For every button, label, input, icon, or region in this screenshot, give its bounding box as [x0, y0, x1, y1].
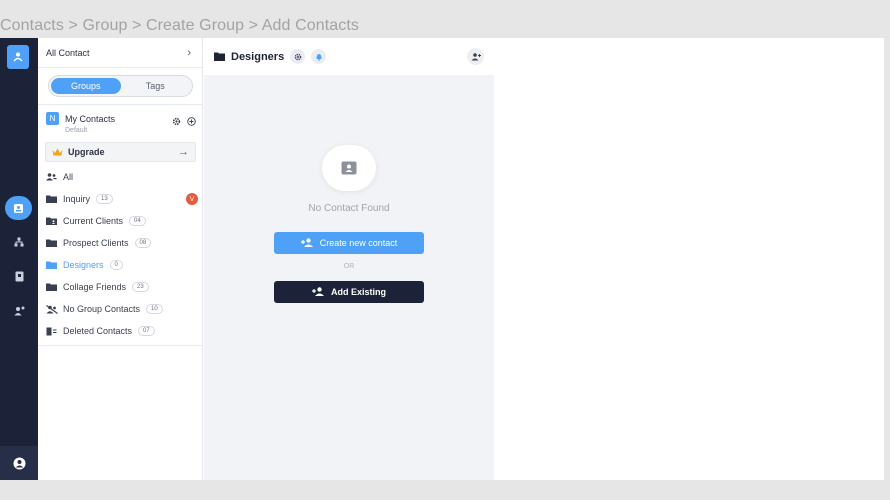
breadcrumb: Contacts > Group > Create Group > Add Co… — [0, 17, 360, 34]
group-label: Collage Friends — [63, 282, 127, 292]
divider — [38, 104, 202, 105]
all-contact-header[interactable]: All Contact › — [38, 38, 202, 67]
group-detail-pane: Designers No Contact Found Create new co… — [204, 38, 494, 480]
account-circle-icon[interactable] — [0, 446, 38, 480]
my-contacts-subtitle: Default — [65, 127, 88, 134]
app-window: All Contact › Groups Tags N My Contacts … — [0, 38, 884, 480]
folder-icon — [46, 195, 59, 203]
nav-rail — [0, 38, 38, 480]
contact-card-icon — [322, 145, 376, 191]
group-header: Designers — [204, 38, 494, 75]
group-initial-badge: N — [46, 112, 59, 125]
tab-tags[interactable]: Tags — [121, 78, 191, 94]
empty-state-text: No Contact Found — [308, 203, 390, 214]
group-item-current-clients[interactable]: Current Clients 04 — [46, 210, 198, 232]
add-person-icon — [300, 237, 314, 249]
tab-groups[interactable]: Groups — [51, 78, 121, 94]
group-item-deleted-contacts[interactable]: Deleted Contacts 07 — [46, 320, 198, 342]
user-bell-icon[interactable] — [6, 299, 32, 323]
group-item-collage-friends[interactable]: Collage Friends 23 — [46, 276, 198, 298]
create-new-contact-button[interactable]: Create new contact — [274, 232, 424, 254]
group-title: Designers — [231, 50, 285, 63]
gear-icon[interactable] — [290, 49, 306, 64]
add-circle-icon[interactable] — [187, 113, 196, 131]
folder-icon — [214, 52, 225, 61]
my-contacts-title: My Contacts — [65, 114, 116, 124]
sitemap-icon[interactable] — [6, 230, 32, 254]
crown-icon — [52, 148, 63, 156]
group-count: 23 — [132, 282, 149, 292]
group-count: 13 — [96, 194, 113, 204]
add-person-icon[interactable] — [467, 48, 484, 65]
group-item-no-group-contacts[interactable]: No Group Contacts 10 — [46, 298, 198, 320]
or-separator: OR — [343, 263, 355, 270]
group-item-all[interactable]: All — [46, 166, 198, 188]
folder-icon — [46, 239, 59, 247]
group-label: Designers — [63, 260, 104, 270]
upgrade-label: Upgrade — [68, 147, 105, 157]
group-label: Inquiry — [63, 194, 91, 204]
group-label: Deleted Contacts — [63, 326, 133, 336]
bell-icon[interactable] — [311, 49, 327, 64]
arrow-right-icon: → — [178, 146, 189, 158]
group-label: All — [63, 172, 74, 182]
folder-icon — [46, 283, 59, 291]
my-contacts-group[interactable]: N My Contacts Default — [46, 111, 196, 141]
groups-tags-toggle: Groups Tags — [48, 75, 193, 97]
group-count: 0 — [109, 260, 123, 270]
users-slash-icon — [46, 304, 59, 314]
add-existing-button[interactable]: Add Existing — [274, 281, 424, 303]
create-new-contact-label: Create new contact — [319, 238, 398, 248]
user-network-icon[interactable] — [7, 45, 29, 69]
folder-icon — [46, 261, 59, 269]
group-item-prospect-clients[interactable]: Prospect Clients 08 — [46, 232, 198, 254]
group-label: Current Clients — [63, 216, 124, 226]
group-label: No Group Contacts — [63, 304, 141, 314]
blank-content-area — [494, 38, 884, 480]
contacts-sidebar: All Contact › Groups Tags N My Contacts … — [38, 38, 203, 480]
notification-badge: V — [186, 193, 198, 205]
group-item-inquiry[interactable]: Inquiry 13 V — [46, 188, 198, 210]
gear-icon[interactable] — [172, 113, 181, 131]
upgrade-button[interactable]: Upgrade → — [45, 142, 196, 162]
contact-card-icon[interactable] — [5, 196, 32, 220]
group-count: 10 — [146, 304, 163, 314]
group-count: 08 — [134, 238, 152, 248]
add-person-icon — [311, 286, 325, 298]
all-contact-label: All Contact — [46, 47, 90, 58]
divider — [38, 345, 202, 346]
group-item-designers[interactable]: Designers 0 — [46, 254, 198, 276]
divider — [38, 67, 202, 68]
users-icon — [46, 173, 59, 181]
book-icon[interactable] — [6, 264, 32, 288]
trash-icon — [46, 327, 59, 336]
group-list: All Inquiry 13 V Current Clients 04 Pros… — [46, 166, 198, 342]
add-existing-label: Add Existing — [330, 287, 386, 297]
group-count: 07 — [138, 326, 155, 336]
group-count: 04 — [129, 216, 146, 226]
chevron-right-icon: › — [187, 46, 191, 59]
group-label: Prospect Clients — [63, 238, 129, 248]
folder-user-icon — [46, 217, 59, 225]
